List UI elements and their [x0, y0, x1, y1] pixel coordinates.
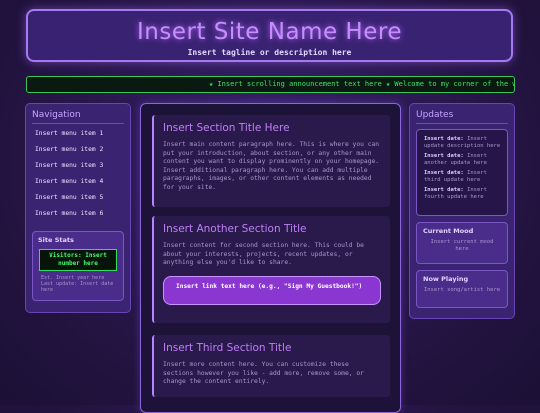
section-1-title: Insert Section Title Here — [163, 122, 290, 134]
update-item: Insert date: Insert third update here — [424, 170, 503, 184]
now-playing-box: Now Playing Insert song/artist here — [416, 270, 508, 308]
current-mood-text: Insert current mood here — [430, 239, 494, 252]
navigation-title: Navigation — [32, 110, 124, 124]
update-date: Insert date: — [424, 170, 464, 176]
navigation-sidebar: Navigation Insert menu item 1 Insert men… — [25, 103, 131, 313]
updates-title: Updates — [416, 110, 508, 124]
now-playing-text: Insert song/artist here — [423, 287, 501, 293]
nav-item-3[interactable]: Insert menu item 3 — [35, 160, 130, 176]
content-section-2: Insert Another Section Title Insert cont… — [152, 216, 390, 323]
updates-sidebar: Updates Insert date: Insert update descr… — [409, 103, 515, 319]
current-mood-box: Current Mood Insert current mood here — [416, 222, 508, 264]
nav-item-4[interactable]: Insert menu item 4 — [35, 176, 130, 192]
site-stats-note: Est. Insert year here Last update: Inser… — [41, 275, 114, 293]
section-3-title: Insert Third Section Title — [163, 342, 292, 354]
update-item: Insert date: Insert another update here — [424, 153, 503, 167]
nav-item-1[interactable]: Insert menu item 1 — [35, 128, 130, 144]
announcement-marquee: ★ Insert scrolling announcement text her… — [26, 76, 515, 93]
site-stats-title: Site Stats — [38, 236, 74, 244]
visitor-counter: Visitors: Insert number here — [39, 249, 117, 271]
site-tagline: Insert tagline or description here — [187, 48, 352, 57]
site-stats-box: Site Stats Visitors: Insert number here … — [32, 231, 124, 301]
nav-item-5[interactable]: Insert menu item 5 — [35, 192, 130, 208]
update-date: Insert date: — [424, 153, 464, 159]
nav-list: Insert menu item 1 Insert menu item 2 In… — [35, 128, 130, 224]
section-2-body: Insert content for second section here. … — [163, 242, 364, 267]
updates-list: Insert date: Insert update description h… — [416, 129, 508, 216]
update-item: Insert date: Insert fourth update here — [424, 187, 503, 201]
site-title: Insert Site Name Here — [137, 19, 402, 45]
guestbook-link-button[interactable]: Insert link text here (e.g., "Sign My Gu… — [163, 275, 381, 305]
now-playing-title: Now Playing — [423, 275, 469, 283]
marquee-text: ★ Insert scrolling announcement text her… — [209, 80, 515, 88]
section-3-body: Insert more content here. You can custom… — [163, 361, 364, 386]
update-date: Insert date: — [424, 187, 464, 193]
section-2-title: Insert Another Section Title — [163, 223, 307, 235]
nav-item-2[interactable]: Insert menu item 2 — [35, 144, 130, 160]
update-item: Insert date: Insert update description h… — [424, 136, 503, 150]
current-mood-title: Current Mood — [423, 227, 474, 235]
main-content: Insert Section Title Here Insert main co… — [140, 103, 401, 413]
update-date: Insert date: — [424, 136, 464, 142]
site-header: Insert Site Name Here Insert tagline or … — [26, 9, 513, 62]
nav-item-6[interactable]: Insert menu item 6 — [35, 208, 130, 224]
content-section-1: Insert Section Title Here Insert main co… — [152, 115, 390, 207]
content-section-3: Insert Third Section Title Insert more c… — [152, 335, 390, 397]
section-1-body: Insert main content paragraph here. This… — [163, 141, 380, 191]
